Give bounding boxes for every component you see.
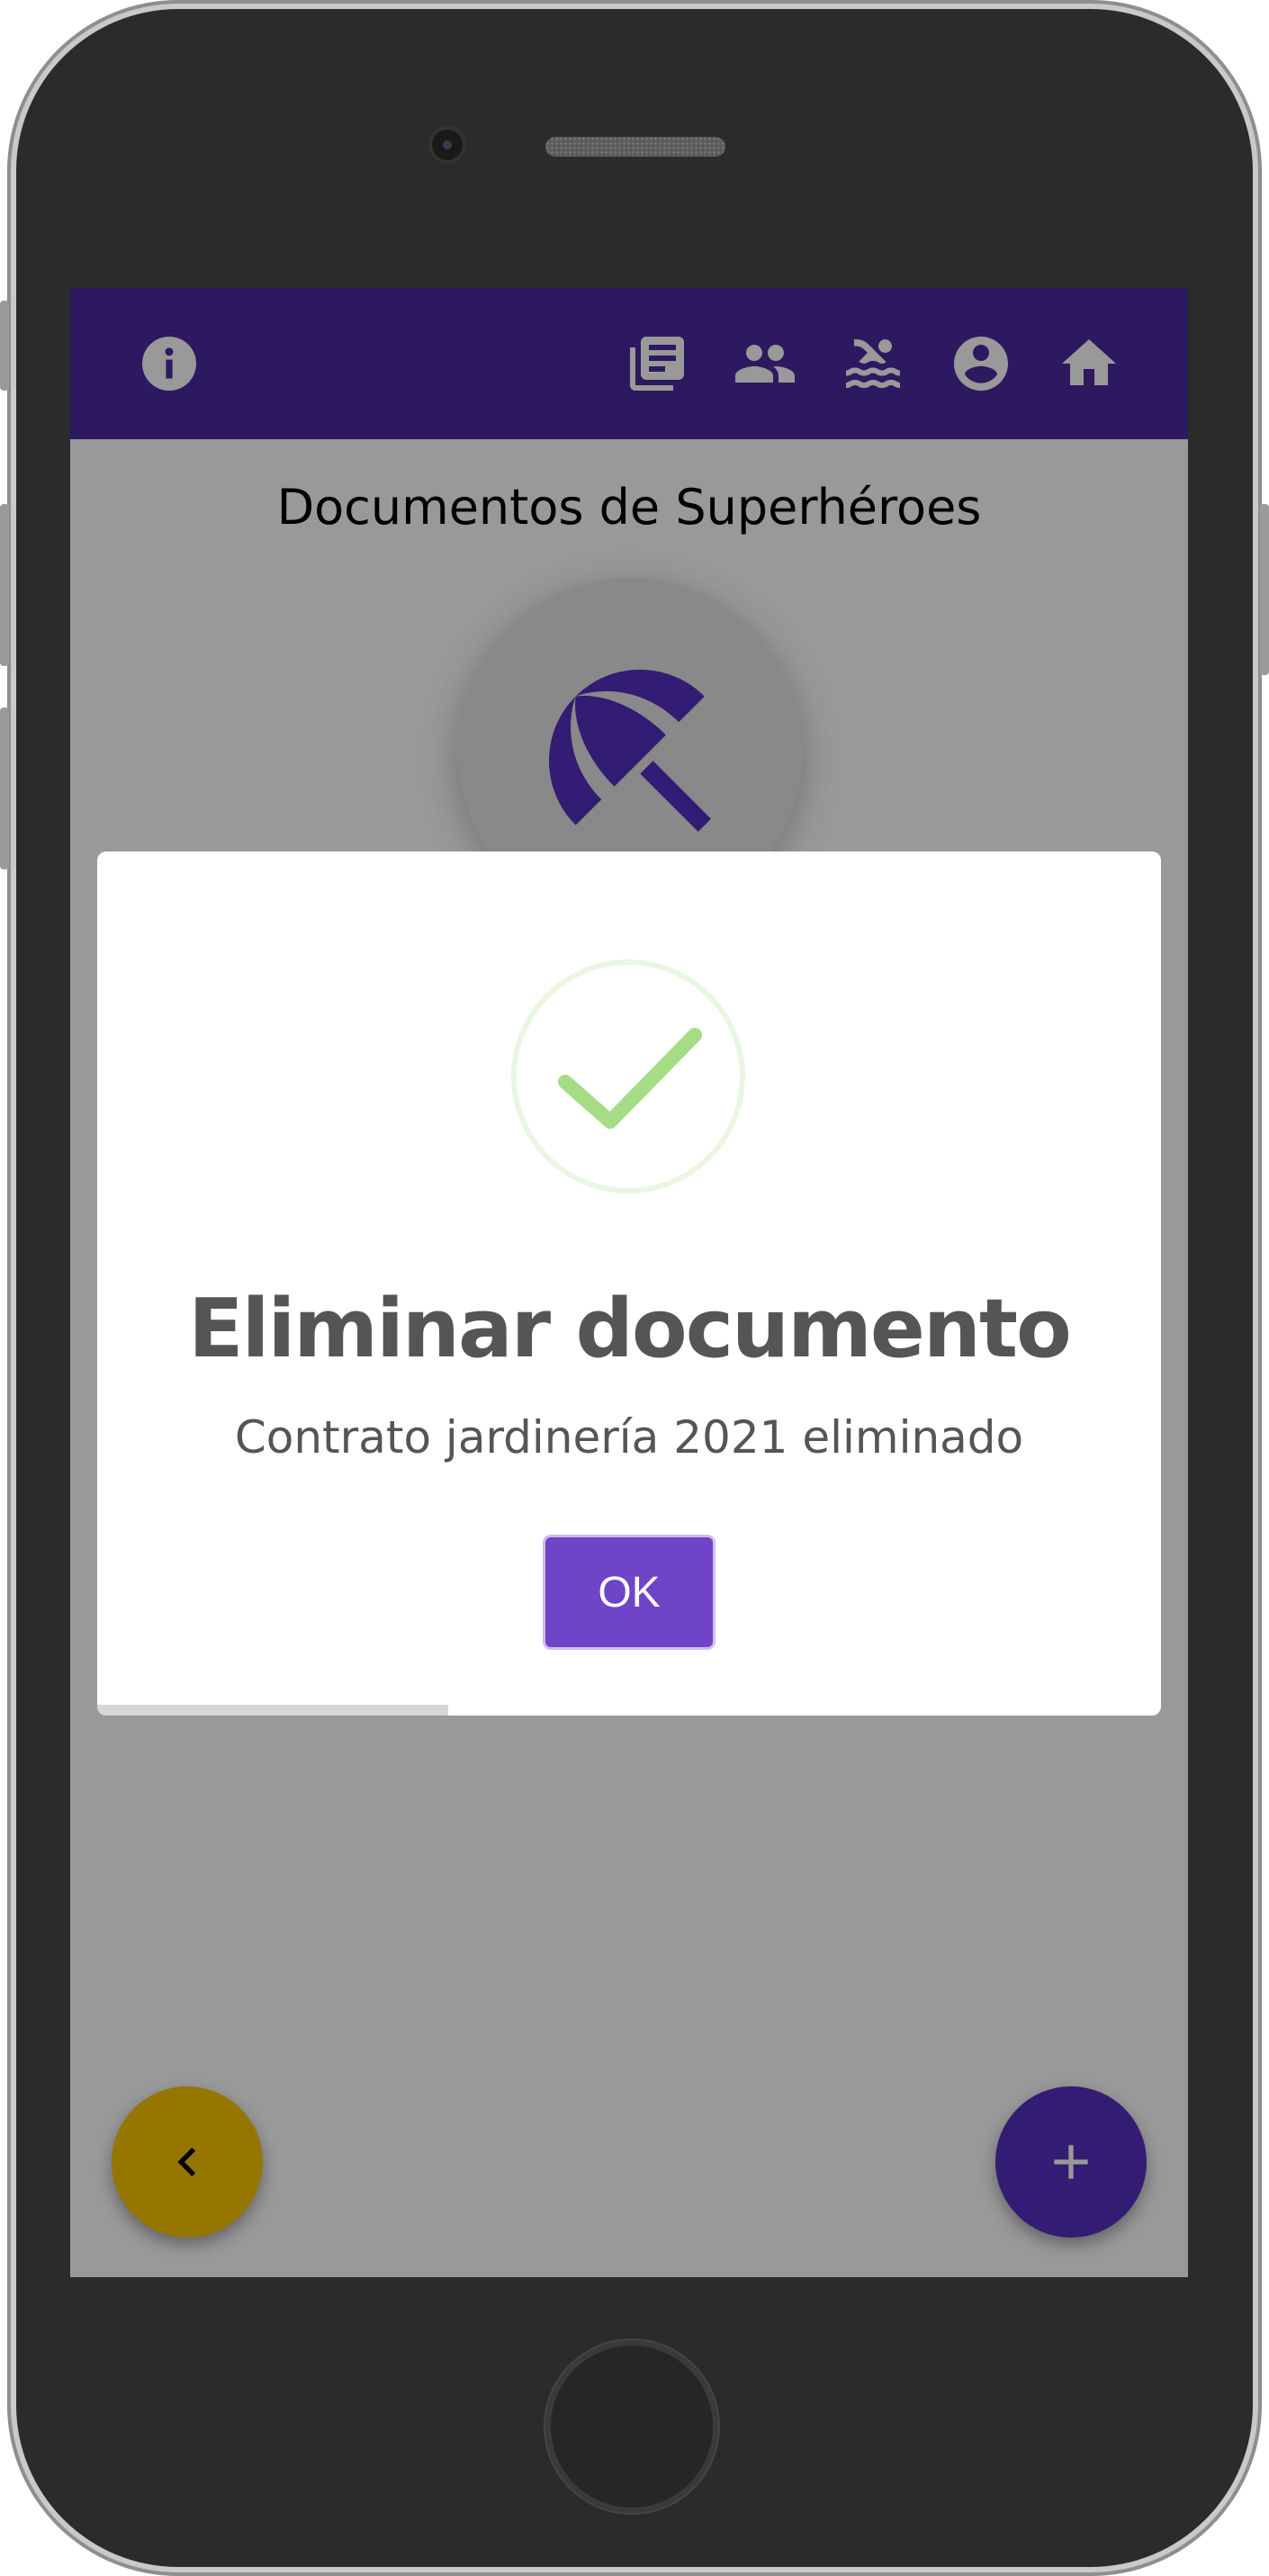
dialog-title: Eliminar documento [188, 1282, 1072, 1376]
camera [432, 130, 463, 160]
success-dialog: Eliminar documento Contrato jardinería 2… [97, 851, 1161, 1716]
home-hardware-button[interactable] [545, 2340, 718, 2513]
timer-progress-bar [97, 1705, 1161, 1716]
side-button-volume-down [0, 707, 9, 869]
ok-button[interactable]: OK [545, 1537, 713, 1647]
timer-progress-fill [97, 1705, 449, 1716]
speaker [545, 137, 725, 157]
side-button-volume-up [0, 504, 9, 666]
success-check-icon [509, 958, 747, 1195]
dialog-message: Contrato jardinería 2021 eliminado [234, 1411, 1024, 1464]
app-screen: Documentos de Superhéroes Eliminar docum… [70, 288, 1188, 2277]
side-button-power [1260, 504, 1269, 675]
side-button-mute [0, 301, 9, 391]
